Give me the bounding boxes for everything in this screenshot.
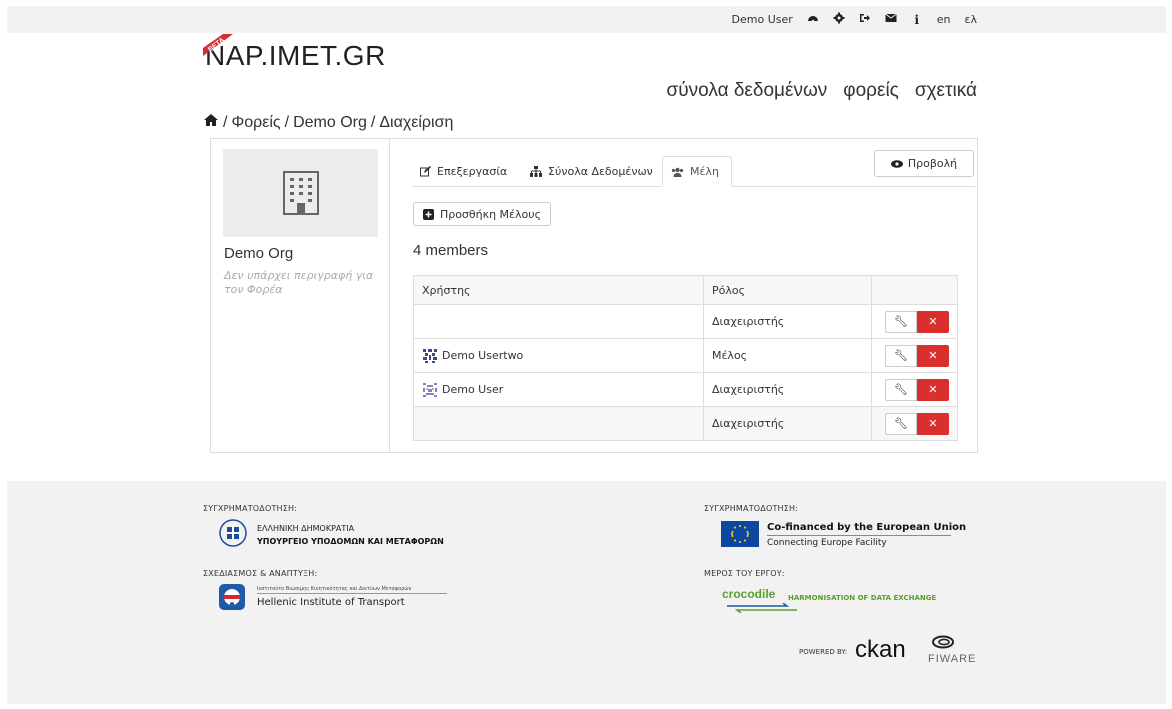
edit-icon	[420, 165, 431, 176]
part-of-label: ΜΕΡΟΣ ΤΟΥ ΕΡΓΟΥ:	[704, 569, 785, 578]
delete-member-button[interactable]: ✕	[917, 310, 949, 333]
edit-member-button[interactable]: 🔧︎	[885, 378, 917, 401]
eye-icon	[890, 159, 903, 168]
settings-icon[interactable]	[833, 12, 845, 27]
eu-flag-icon	[721, 521, 759, 547]
nav-organizations[interactable]: φορείς	[843, 80, 899, 102]
column-header-user: Χρήστης	[414, 276, 704, 304]
account-user-link[interactable]: Demo User	[732, 13, 793, 26]
member-user-cell	[414, 305, 704, 338]
eu-cofinanced-text: Co-financed by the European Union	[767, 522, 967, 533]
edit-member-button[interactable]: 🔧︎	[885, 412, 917, 435]
add-member-button[interactable]: Προσθήκη Μέλους	[413, 202, 551, 226]
crocodile-logo-text: crocodile	[722, 587, 776, 601]
wrench-icon: 🔧︎	[894, 315, 908, 328]
hit-institute-small: Ινστιτούτο Βιώσιμης Κινητικότητας και Δι…	[257, 586, 412, 592]
sitemap-icon	[530, 165, 542, 177]
edit-member-button[interactable]: 🔧︎	[885, 344, 917, 367]
beta-badge: BETA	[203, 34, 243, 56]
account-bar: Demo User i en ελ	[7, 6, 1166, 33]
table-row: Demo User Διαχειριστής 🔧︎ ✕	[414, 372, 957, 406]
org-sidebar: Demo Org Δεν υπάρχει περιγραφή για τον Φ…	[211, 139, 390, 452]
nav-datasets[interactable]: σύνολα δεδομένων	[667, 80, 828, 102]
breadcrumb-organizations[interactable]: Φορείς	[231, 114, 280, 132]
tab-datasets[interactable]: Σύνολα Δεδομένων	[522, 156, 662, 186]
plus-square-icon	[422, 208, 434, 220]
ckan-logo[interactable]: ckan	[855, 636, 906, 664]
member-role-cell: Διαχειριστής	[704, 373, 872, 406]
view-button[interactable]: Προβολή	[874, 150, 974, 177]
delete-member-button[interactable]: ✕	[917, 344, 949, 367]
lang-en-link[interactable]: en	[937, 13, 951, 26]
wrench-icon: 🔧︎	[894, 383, 908, 396]
org-description: Δεν υπάρχει περιγραφή για τον Φορέα	[224, 269, 374, 296]
members-table: Χρήστης Ρόλος Διαχειριστής 🔧︎ ✕ Demo Use…	[413, 275, 958, 441]
crocodile-arrows-icon	[727, 603, 797, 613]
page: Demo User i en ελ NAP.IMET.GR BETA σύνολ…	[7, 6, 1166, 704]
lang-el-link[interactable]: ελ	[965, 13, 977, 26]
close-icon: ✕	[928, 315, 938, 328]
users-icon	[671, 167, 684, 177]
ministry-text: ΥΠΟΥΡΓΕΙΟ ΥΠΟΔΟΜΩΝ ΚΑΙ ΜΕΤΑΦΟΡΩΝ	[257, 537, 444, 546]
tab-edit[interactable]: Επεξεργασία	[412, 156, 518, 186]
org-name: Demo Org	[224, 245, 294, 262]
delete-member-button[interactable]: ✕	[917, 412, 949, 435]
hit-logo	[219, 584, 245, 610]
logout-icon[interactable]	[859, 12, 871, 27]
breadcrumb-org[interactable]: Demo Org	[293, 114, 367, 132]
dashboard-icon[interactable]	[807, 12, 819, 27]
avatar	[423, 382, 437, 397]
cofunding-label-left: ΣΥΓΧΡΗΜΑΤΟΔΟΤΗΣΗ:	[203, 504, 298, 513]
member-user-cell: Demo Usertwo	[414, 339, 704, 372]
nav-about[interactable]: σχετικά	[915, 80, 977, 102]
info-icon[interactable]: i	[911, 13, 923, 27]
tab-members[interactable]: Μέλη	[662, 156, 732, 187]
org-image[interactable]	[223, 149, 378, 237]
hit-name: Hellenic Institute of Transport	[257, 597, 405, 608]
design-label: ΣΧΕΔΙΑΣΜΟΣ & ΑΝΑΠΤΥΞΗ:	[203, 569, 318, 578]
envelope-icon[interactable]	[884, 12, 897, 27]
column-header-role: Ρόλος	[704, 276, 872, 304]
close-icon: ✕	[928, 383, 938, 396]
member-user-link[interactable]: Demo User	[442, 383, 503, 396]
org-primary: Επεξεργασία Σύνολα Δεδομένων Μέλη Προβολ…	[390, 139, 977, 452]
avatar	[423, 348, 437, 363]
fiware-swirl-icon	[932, 635, 954, 649]
member-user-cell	[414, 407, 704, 440]
breadcrumb-manage[interactable]: Διαχείριση	[379, 114, 453, 132]
powered-by-label: POWERED BY:	[799, 648, 848, 656]
edit-member-button[interactable]: 🔧︎	[885, 310, 917, 333]
member-role-cell: Διαχειριστής	[704, 305, 872, 338]
fiware-logo-text[interactable]: FIWARE	[928, 653, 976, 665]
table-row: Demo Usertwo Μέλος 🔧︎ ✕	[414, 338, 957, 372]
wrench-icon: 🔧︎	[894, 349, 908, 362]
member-user-link[interactable]: Demo Usertwo	[442, 349, 523, 362]
delete-member-button[interactable]: ✕	[917, 378, 949, 401]
close-icon: ✕	[928, 417, 938, 430]
table-row: Διαχειριστής 🔧︎ ✕	[414, 406, 957, 440]
member-count: 4 members	[413, 242, 489, 259]
main-nav: σύνολα δεδομένων φορείς σχετικά	[667, 80, 977, 102]
breadcrumb: / Φορείς / Demo Org / Διαχείριση	[203, 113, 453, 132]
table-row: Διαχειριστής 🔧︎ ✕	[414, 304, 957, 338]
site-footer: ΣΥΓΧΡΗΜΑΤΟΔΟΤΗΣΗ: ΕΛΛΗΝΙΚΗ ΔΗΜΟΚΡΑΤΙΑ ΥΠ…	[7, 481, 1166, 704]
close-icon: ✕	[928, 349, 938, 362]
hellenic-republic-text: ΕΛΛΗΝΙΚΗ ΔΗΜΟΚΡΑΤΙΑ	[257, 524, 355, 533]
column-header-actions	[872, 276, 955, 304]
cef-text: Connecting Europe Facility	[767, 538, 887, 548]
wrench-icon: 🔧︎	[894, 417, 908, 430]
member-role-cell: Μέλος	[704, 339, 872, 372]
cofunding-label-right: ΣΥΓΧΡΗΜΑΤΟΔΟΤΗΣΗ:	[704, 504, 799, 513]
crocodile-tagline: HARMONISATION OF DATA EXCHANGE	[788, 594, 937, 602]
org-manage-panel: Demo Org Δεν υπάρχει περιγραφή για τον Φ…	[210, 138, 978, 453]
member-role-cell: Διαχειριστής	[704, 407, 872, 440]
home-icon[interactable]	[203, 113, 219, 132]
hellenic-republic-emblem	[219, 519, 247, 547]
table-header-row: Χρήστης Ρόλος	[414, 276, 957, 304]
building-icon	[282, 171, 319, 215]
member-user-cell: Demo User	[414, 373, 704, 406]
